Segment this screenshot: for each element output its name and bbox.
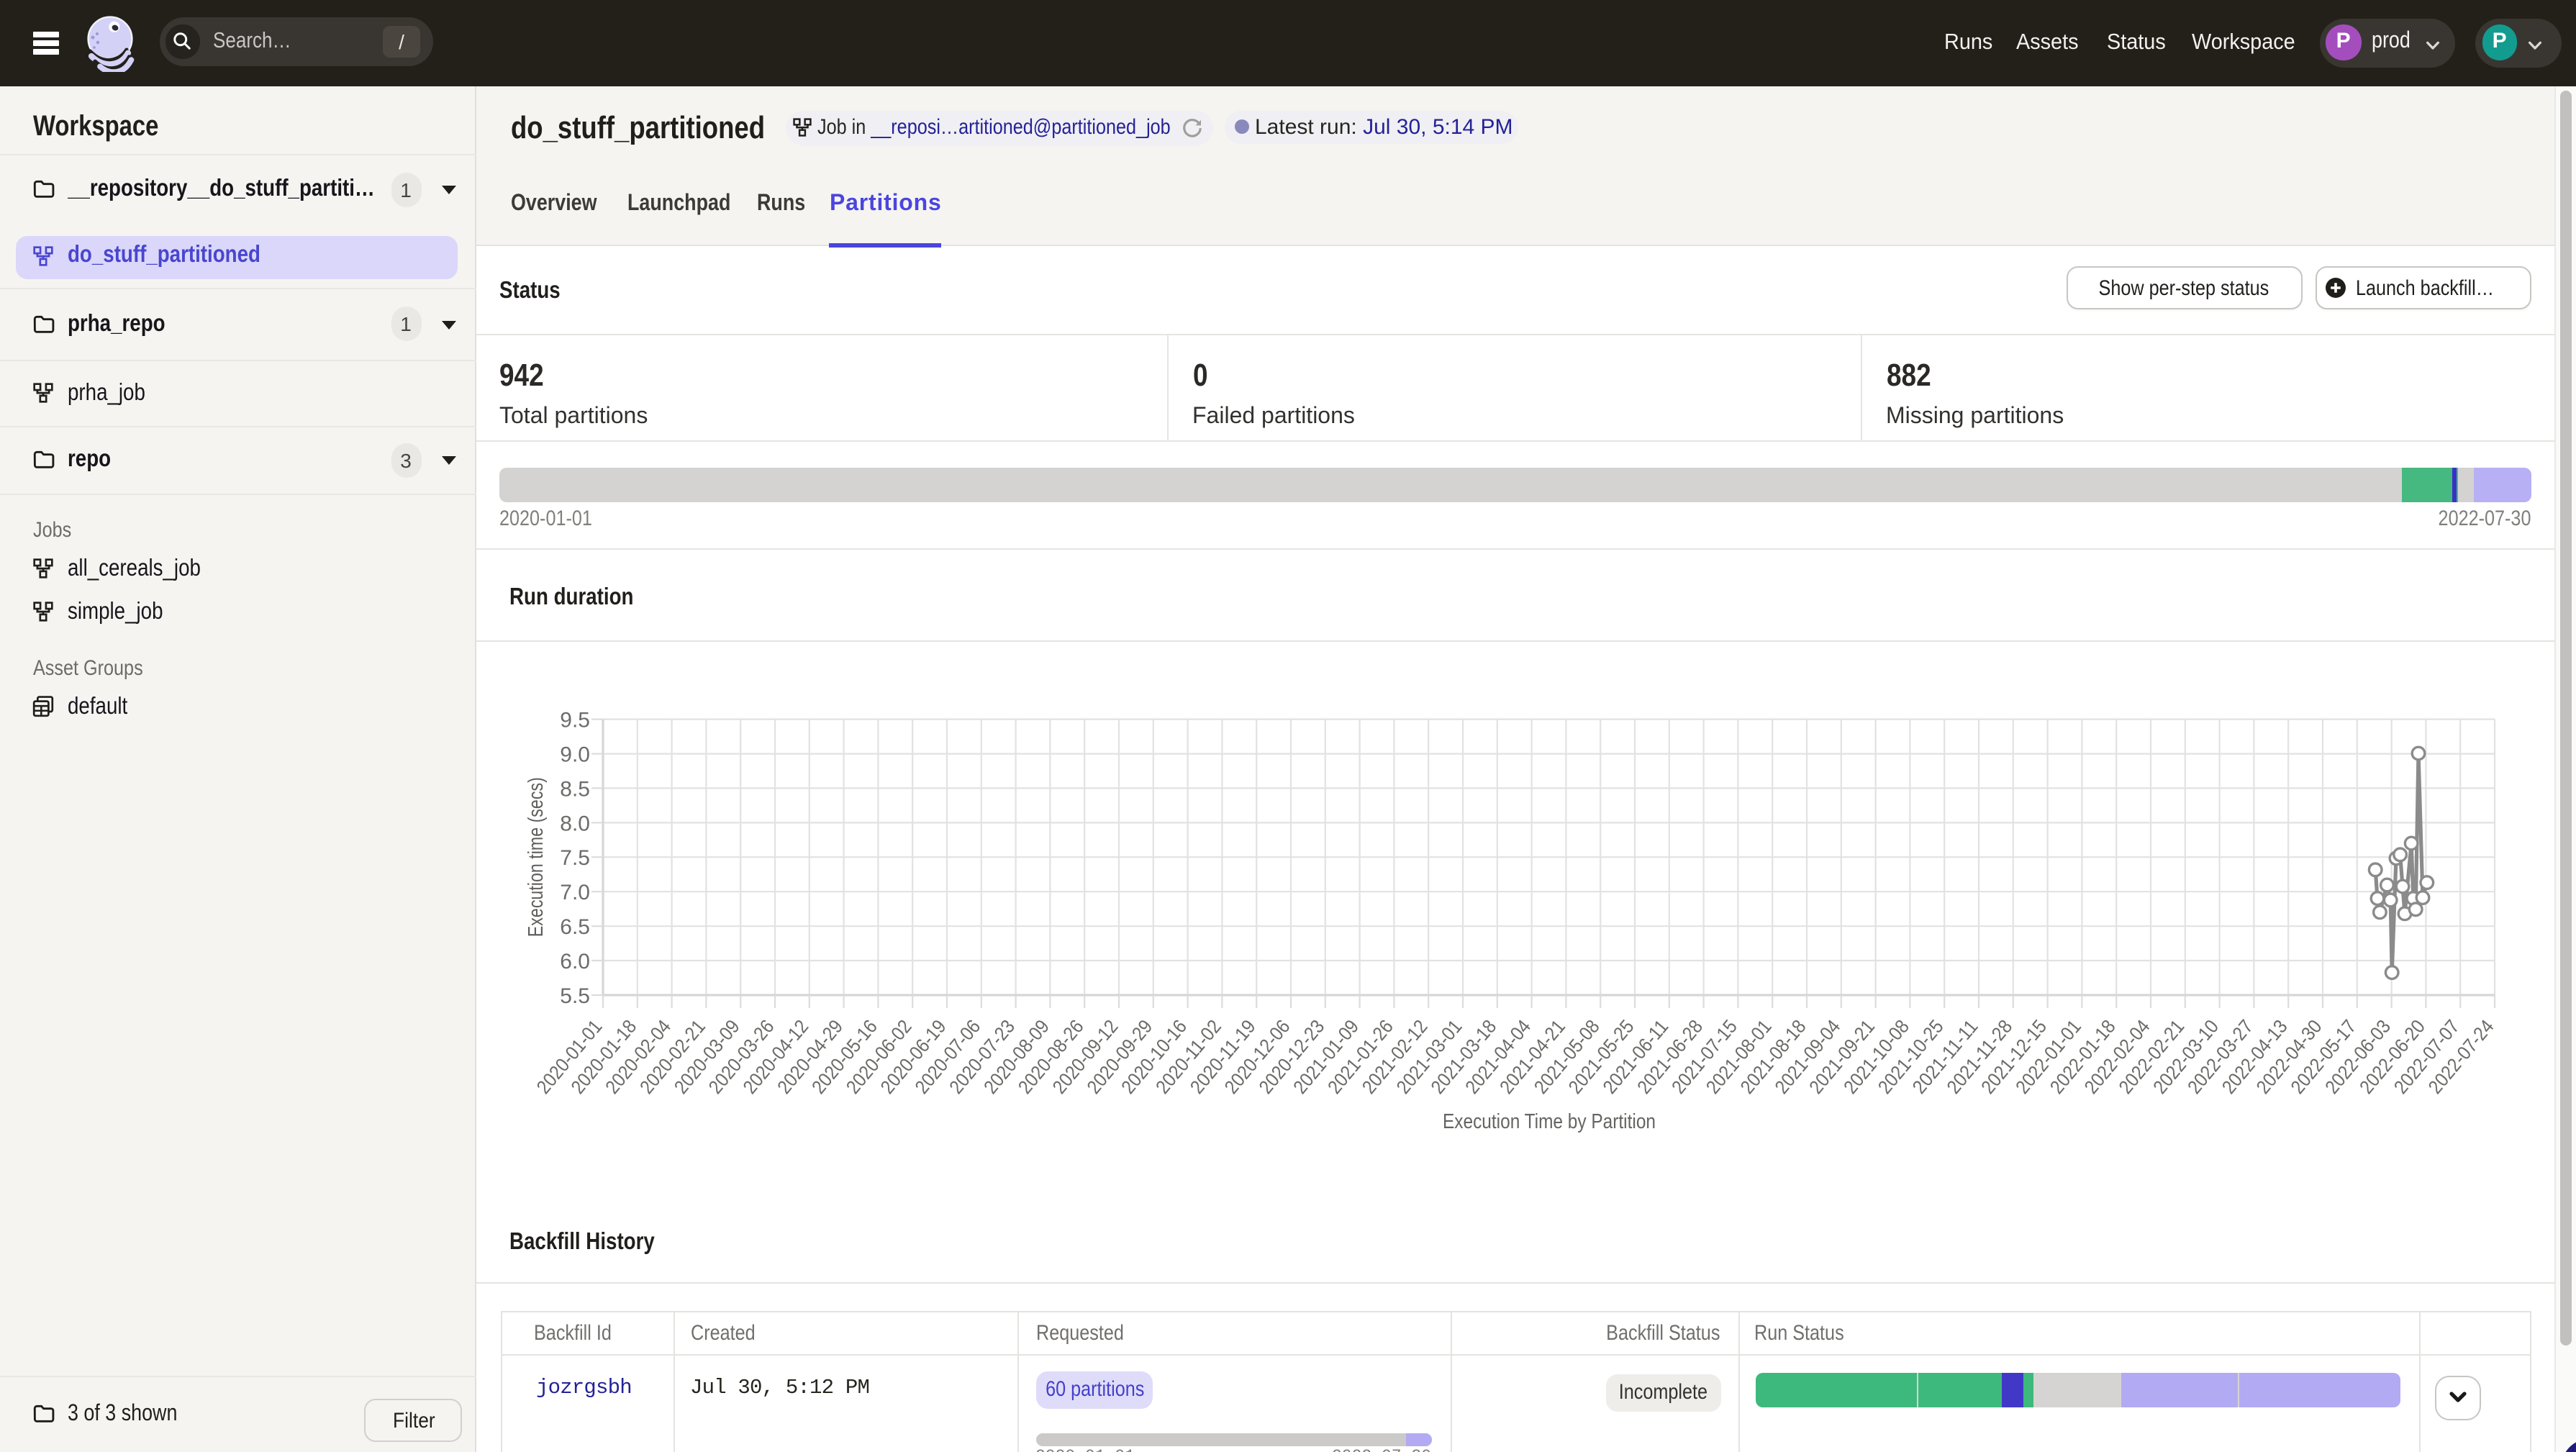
- svg-text:9.5: 9.5: [560, 709, 590, 732]
- svg-text:9.0: 9.0: [560, 743, 590, 767]
- svg-text:6.5: 6.5: [560, 915, 590, 939]
- svg-text:8.5: 8.5: [560, 777, 590, 801]
- svg-text:Execution time (secs): Execution time (secs): [525, 777, 548, 937]
- svg-text:5.5: 5.5: [560, 984, 590, 1008]
- svg-text:6.0: 6.0: [560, 950, 590, 974]
- svg-text:8.0: 8.0: [560, 812, 590, 835]
- svg-text:7.0: 7.0: [560, 881, 590, 904]
- svg-text:7.5: 7.5: [560, 846, 590, 870]
- svg-text:Execution Time by Partition: Execution Time by Partition: [1443, 1110, 1656, 1133]
